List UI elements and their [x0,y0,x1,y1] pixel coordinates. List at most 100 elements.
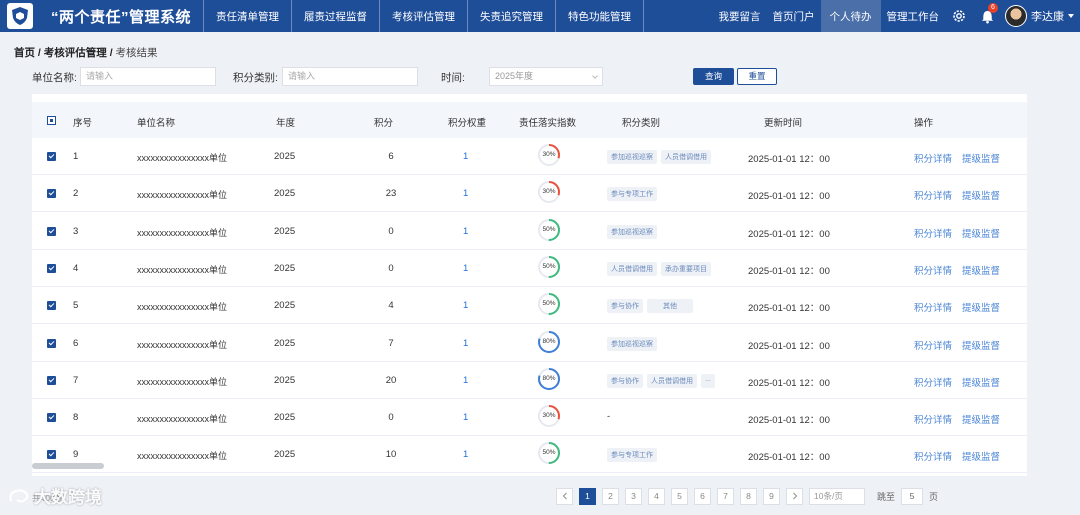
score-detail-link[interactable]: 积分详情 [914,226,952,240]
row-weight[interactable]: 1 [463,375,468,386]
row-checkbox[interactable] [47,152,56,161]
escalate-supervision-link[interactable]: 提级监督 [962,412,1000,426]
row-weight[interactable]: 1 [463,188,468,199]
table-row[interactable]: 8 xxxxxxxxxxxxxxxx单位 2025 0 1 30% - 2025-01-01 … [32,399,1027,437]
nav-item-todo[interactable]: 个人待办 [820,0,881,32]
row-unit: xxxxxxxxxxxxxxxx单位 [137,414,228,425]
table-row[interactable]: 4 xxxxxxxxxxxxxxxx单位 2025 0 1 50% 人员借调借用 承办重要项目… [32,250,1027,287]
score-detail-link[interactable]: 积分详情 [914,263,952,277]
nav-item-message[interactable]: 我要留言 [713,0,767,32]
page-4-button[interactable]: 4 [648,487,665,505]
page-7-button[interactable]: 7 [717,487,734,505]
row-year: 2025 [274,374,296,386]
nav-item-responsibility-list[interactable]: 责任清单管理 [203,0,291,32]
prev-page-button[interactable] [556,487,573,505]
jump-page-input[interactable]: 5 [901,487,924,505]
year-select[interactable]: 2025年度 [489,67,603,86]
row-year: 2025 [274,225,296,237]
results-table: 序号 单位名称 年度 积分 积分权重 责任落实指数 积分类别 更新时间 操作 1… [32,94,1027,476]
row-actions: 积分详情 提级监督 [914,412,1000,426]
row-checkbox[interactable] [47,413,56,423]
table-row[interactable]: 1 xxxxxxxxxxxxxxxx单位 2025 6 1 30% 参加巡视巡察 人员借调借用… [32,138,1027,175]
table-row[interactable]: 5 xxxxxxxxxxxxxxxx单位 2025 4 1 50% 参与协作 其他 2025-0… [32,287,1027,325]
row-weight[interactable]: 1 [463,449,468,460]
score-detail-link[interactable]: 积分详情 [914,412,952,426]
row-weight[interactable]: 1 [463,338,468,349]
row-checkbox[interactable] [47,375,56,385]
system-logo[interactable] [7,3,33,29]
escalate-supervision-link[interactable]: 提级监督 [962,375,1000,389]
table-row[interactable]: 2 xxxxxxxxxxxxxxxx单位 2025 23 1 30% 参与专项工作 2025-… [32,175,1027,213]
index-value: 50% [542,300,556,308]
category-tag: 参加巡视巡察 [607,336,657,351]
horizontal-scrollbar[interactable] [32,463,104,469]
row-checkbox[interactable] [47,450,56,460]
unit-name-input[interactable]: 请输入 [80,67,216,86]
category-input[interactable]: 请输入 [282,67,418,86]
row-checkbox[interactable] [47,338,56,348]
escalate-supervision-link[interactable]: 提级监督 [962,188,1000,202]
escalate-supervision-link[interactable]: 提级监督 [962,263,1000,277]
row-checkbox[interactable] [47,263,56,273]
nav-item-process-supervision[interactable]: 履责过程监督 [291,0,379,32]
nav-item-portal[interactable]: 首页门户 [767,0,821,32]
table-row[interactable]: 7 xxxxxxxxxxxxxxxx单位 2025 20 1 80% 参与协作 人员借调借用.… [32,362,1027,399]
escalate-supervision-link[interactable]: 提级监督 [962,226,1000,240]
nav-item-workbench[interactable]: 管理工作台 [881,0,946,32]
reset-button[interactable]: 重置 [737,68,777,85]
avatar[interactable] [1005,5,1027,27]
breadcrumb-home[interactable]: 首页 [14,47,35,59]
page-2-button[interactable]: 2 [602,487,619,505]
unit-name-label: 单位名称: [32,72,77,84]
page-3-button[interactable]: 3 [625,487,642,505]
table-row[interactable]: 3 xxxxxxxxxxxxxxxx单位 2025 0 1 50% 参加巡视巡察 2025-0… [32,213,1027,250]
score-detail-link[interactable]: 积分详情 [914,300,952,314]
index-value: 30% [542,412,556,420]
score-detail-link[interactable]: 积分详情 [914,188,952,202]
page-1-button[interactable]: 1 [579,487,596,505]
page-5-button[interactable]: 5 [671,487,688,505]
escalate-supervision-link[interactable]: 提级监督 [962,338,1000,352]
row-actions: 积分详情 提级监督 [914,188,1000,202]
row-weight[interactable]: 1 [463,226,468,237]
breadcrumb-section[interactable]: 考核评估管理 [44,47,107,59]
main-nav: 责任清单管理 履责过程监督 考核评估管理 失责追究管理 特色功能管理 [203,0,645,32]
score-detail-link[interactable]: 积分详情 [914,151,952,165]
chevron-down-icon[interactable] [1068,14,1074,18]
page-9-button[interactable]: 9 [763,487,780,505]
next-page-button[interactable] [786,487,803,505]
shield-logo-icon [12,7,28,25]
score-detail-link[interactable]: 积分详情 [914,338,952,352]
row-score: 4 [388,300,394,312]
row-weight[interactable]: 1 [463,300,468,311]
table-row[interactable]: 6 xxxxxxxxxxxxxxxx单位 2025 7 1 80% 参加巡视巡察 2025-0… [32,325,1027,362]
user-name[interactable]: 李达康 [1031,8,1064,24]
row-weight[interactable]: 1 [463,412,468,423]
notification-button[interactable]: 6 [976,0,998,32]
nav-item-assessment[interactable]: 考核评估管理 [379,0,467,32]
nav-item-special-functions[interactable]: 特色功能管理 [555,0,645,32]
row-checkbox[interactable] [47,301,56,311]
page-8-button[interactable]: 8 [740,487,757,505]
escalate-supervision-link[interactable]: 提级监督 [962,151,1000,165]
page-size-select[interactable]: 10条/页 [809,487,865,505]
row-actions: 积分详情 提级监督 [914,300,1000,314]
score-detail-link[interactable]: 积分详情 [914,375,952,389]
row-checkbox[interactable] [47,189,56,199]
row-weight[interactable]: 1 [463,263,468,274]
escalate-supervision-link[interactable]: 提级监督 [962,449,1000,463]
table-row[interactable]: 9 xxxxxxxxxxxxxxxx单位 2025 10 1 50% 参与专项工作 2025-… [32,436,1027,474]
page-6-button[interactable]: 6 [694,487,711,505]
score-detail-link[interactable]: 积分详情 [914,449,952,463]
category-empty: - [607,411,611,423]
row-checkbox[interactable] [47,226,56,236]
row-weight[interactable]: 1 [463,151,468,162]
settings-button[interactable] [948,0,970,32]
select-all-checkbox[interactable] [47,116,56,125]
query-button[interactable]: 查询 [693,68,734,85]
nav-item-accountability[interactable]: 失责追究管理 [467,0,555,32]
row-no: 2 [73,188,79,200]
category-tag: 参与协作 [607,373,643,388]
escalate-supervision-link[interactable]: 提级监督 [962,300,1000,314]
index-value: 50% [542,449,556,457]
